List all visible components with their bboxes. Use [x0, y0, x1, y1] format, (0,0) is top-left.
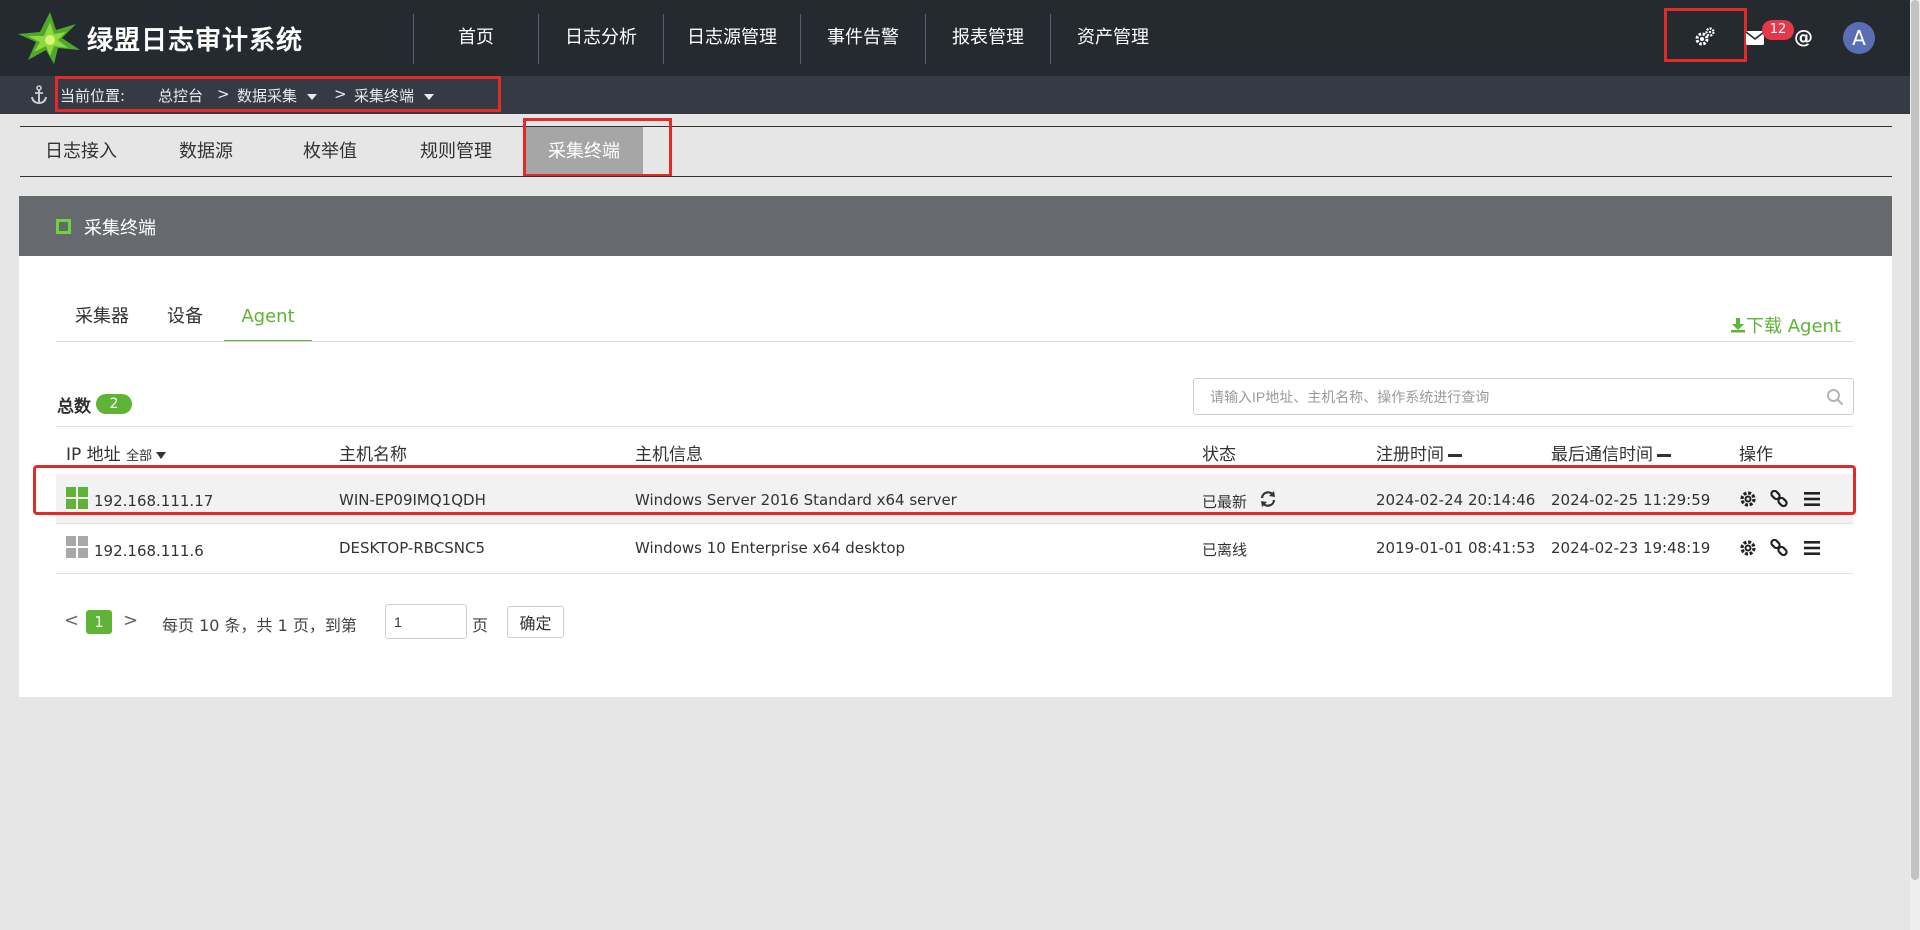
- column-last-comm-time[interactable]: 最后通信时间: [1551, 440, 1671, 465]
- subtab-collector[interactable]: 采集器: [66, 296, 138, 342]
- pager-next-button[interactable]: >: [123, 610, 138, 631]
- logo-icon: [18, 12, 80, 64]
- main-nav: 首页 日志分析 日志源管理 事件告警 报表管理 资产管理: [413, 0, 1175, 76]
- page-jump-input[interactable]: [385, 604, 467, 639]
- gear-icon[interactable]: [1694, 26, 1716, 48]
- download-icon: [1731, 318, 1745, 333]
- panel-title: 采集终端: [84, 218, 156, 239]
- mail-badge: 12: [1762, 20, 1794, 40]
- pager-page-1[interactable]: 1: [86, 610, 112, 634]
- chevron-down-icon: [307, 93, 318, 100]
- cell-register-time: 2019-01-01 08:41:53: [1376, 539, 1536, 557]
- column-last-comm-time-label: 最后通信时间: [1551, 445, 1653, 465]
- menu-icon[interactable]: [1803, 539, 1821, 557]
- total-count-badge: 2: [96, 394, 132, 414]
- breadcrumb-item-label: 数据采集: [237, 87, 298, 105]
- breadcrumb-separator: >: [217, 85, 230, 103]
- caret-down-icon: [156, 451, 167, 459]
- column-register-time-label: 注册时间: [1376, 445, 1444, 465]
- column-actions: 操作: [1739, 445, 1773, 465]
- square-icon: [56, 219, 71, 234]
- cell-info: Windows 10 Enterprise x64 desktop: [635, 539, 906, 557]
- pager-summary: 每页 10 条，共 1 页，到第: [162, 616, 357, 635]
- search-input[interactable]: [1195, 380, 1810, 413]
- pager-prev-button[interactable]: <: [64, 610, 79, 631]
- top-header: 绿盟日志审计系统 首页 日志分析 日志源管理 事件告警 报表管理 资产管理 12…: [0, 0, 1910, 76]
- nav-event-alert[interactable]: 事件告警: [801, 0, 925, 76]
- total-label: 总数: [57, 397, 91, 417]
- tab-enum-values[interactable]: 枚举值: [280, 127, 380, 176]
- breadcrumb-item-collector[interactable]: 采集终端: [354, 85, 435, 106]
- tab-log-access[interactable]: 日志接入: [28, 127, 134, 176]
- column-ip-label: IP 地址: [66, 445, 121, 465]
- avatar[interactable]: A: [1843, 22, 1875, 54]
- sort-icon: [1448, 453, 1462, 457]
- download-agent-label: 下载 Agent: [1746, 316, 1842, 337]
- breadcrumb-item-dashboard[interactable]: 总控台: [158, 85, 203, 106]
- link-icon[interactable]: [1770, 539, 1788, 557]
- column-host: 主机名称: [339, 445, 407, 465]
- app-title: 绿盟日志审计系统: [87, 26, 304, 56]
- breadcrumb-label: 当前位置:: [60, 87, 126, 105]
- column-info: 主机信息: [635, 445, 703, 465]
- nav-log-analysis[interactable]: 日志分析: [539, 0, 663, 76]
- tab-data-source[interactable]: 数据源: [156, 127, 256, 176]
- cell-status: 已离线: [1202, 541, 1248, 559]
- settings-icon[interactable]: [1739, 539, 1757, 557]
- breadcrumb-bar: 当前位置: 总控台 > 数据采集 > 采集终端: [0, 76, 1910, 114]
- nav-home[interactable]: 首页: [414, 0, 538, 76]
- breadcrumb-item-label: 采集终端: [354, 87, 415, 105]
- cell-ip: 192.168.111.6: [94, 542, 204, 560]
- search-icon[interactable]: [1826, 388, 1844, 406]
- subtab-device[interactable]: 设备: [158, 296, 212, 342]
- pager-unit: 页: [472, 616, 489, 635]
- divider: [56, 426, 1853, 427]
- anchor-icon: [31, 85, 47, 105]
- breadcrumb-item-data-collection[interactable]: 数据采集: [237, 85, 318, 106]
- column-status: 状态: [1202, 445, 1236, 465]
- table-row[interactable]: 192.168.111.6 DESKTOP-RBCSNC5 Windows 10…: [56, 524, 1853, 574]
- ip-filter-label: 全部: [126, 449, 153, 464]
- subtab-agent[interactable]: Agent: [224, 296, 312, 342]
- nav-log-source[interactable]: 日志源管理: [664, 0, 800, 76]
- search-box: [1193, 378, 1854, 415]
- highlight-box: [33, 465, 1856, 515]
- tab-rule-management[interactable]: 规则管理: [403, 127, 509, 176]
- confirm-button[interactable]: 确定: [507, 606, 564, 638]
- highlight-box: [523, 118, 672, 177]
- sort-icon: [1657, 453, 1671, 457]
- at-icon[interactable]: @: [1794, 26, 1813, 48]
- panel-header: 采集终端: [19, 196, 1892, 256]
- download-agent-button[interactable]: 下载 Agent: [1730, 312, 1841, 338]
- column-ip[interactable]: IP 地址 全部: [66, 440, 167, 465]
- cell-last-comm-time: 2024-02-23 19:48:19: [1551, 539, 1711, 557]
- windows-icon: [66, 536, 88, 558]
- divider: [20, 176, 1892, 177]
- divider: [56, 341, 1853, 342]
- mail-icon[interactable]: [1746, 31, 1764, 45]
- nav-report[interactable]: 报表管理: [926, 0, 1050, 76]
- column-register-time[interactable]: 注册时间: [1376, 440, 1462, 465]
- cell-host: DESKTOP-RBCSNC5: [339, 539, 486, 557]
- scrollbar-thumb[interactable]: [1911, 0, 1919, 880]
- breadcrumb-separator: >: [334, 85, 347, 103]
- nav-asset[interactable]: 资产管理: [1051, 0, 1175, 76]
- chevron-down-icon: [424, 93, 435, 100]
